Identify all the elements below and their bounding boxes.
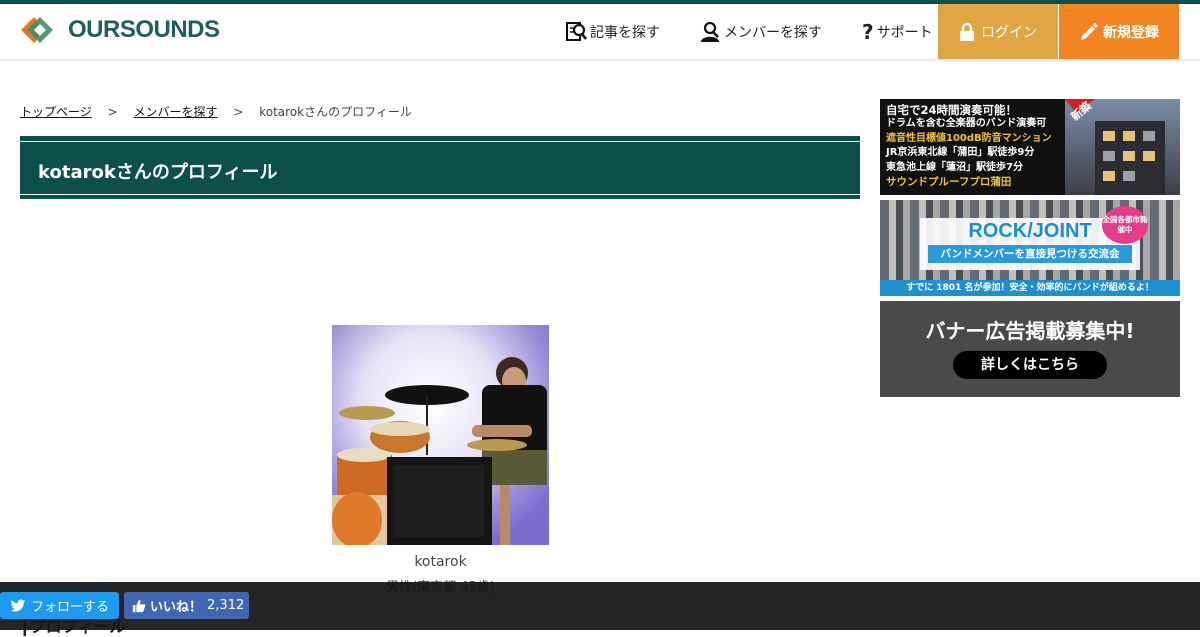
nav-label: メンバーを探す [724, 24, 822, 41]
logo-text: OURSOUNDS [68, 16, 220, 43]
breadcrumb: トップページ > メンバーを探す > kotarokさんのプロフィール [20, 103, 412, 120]
profile-username: kotarok [414, 554, 467, 570]
login-label: ログイン [981, 24, 1037, 41]
profile-avatar [332, 325, 549, 545]
logo-mark-icon [21, 17, 53, 43]
facebook-like-label: いいね！ [150, 600, 203, 615]
page-title: kotarokさんのプロフィール [38, 162, 278, 183]
banner-details-button[interactable]: 詳しくはこちら [953, 351, 1107, 379]
banner-event-badge: 全国各都市開催中 [1102, 206, 1148, 244]
twitter-follow-label: フォローする [31, 600, 110, 615]
site-logo[interactable]: OURSOUNDS [20, 15, 220, 45]
banner-rock-joint[interactable]: ROCK/JOINT バンドメンバーを直接見つける交流会 全国各都市開催中 すで… [880, 200, 1180, 296]
nav-support[interactable]: ? サポート [862, 4, 933, 59]
banner-line: ドラムを含む全楽器のバンド演奏可 [886, 118, 1047, 130]
nav-label: 記事を探す [590, 24, 660, 41]
breadcrumb-separator: > [107, 105, 118, 119]
question-icon: ? [862, 19, 874, 44]
banner-line: JR京浜東北線「蒲田」駅徒歩9分 [886, 147, 1035, 159]
breadcrumb-current: kotarokさんのプロフィール [259, 105, 412, 119]
banner-footer: すでに 1801 名が参加！安全・効率的にバンドが組めるよ！ [880, 280, 1180, 296]
banner-line: 東急池上線「蓮沼」駅徒歩7分 [886, 161, 1023, 173]
banner-line: 自宅で24時間演奏可能！ [886, 103, 1018, 117]
nav-label: サポート [876, 24, 933, 41]
register-button[interactable]: 新規登録 [1059, 4, 1179, 59]
search-member-icon [701, 21, 719, 42]
page-title-inner: kotarokさんのプロフィール [20, 141, 860, 195]
breadcrumb-separator: > [233, 105, 244, 119]
facebook-like-count: 2,312 [207, 598, 245, 613]
banner-line: サウンドプルーフプロ蒲田 [886, 176, 1012, 189]
breadcrumb-top-link[interactable]: トップページ [20, 105, 92, 119]
twitter-follow-button[interactable]: フォローする [0, 592, 119, 619]
page-title-box: kotarokさんのプロフィール [20, 136, 860, 199]
banner-line: 遮音性目標値100dB防音マンション [886, 132, 1052, 144]
banner-ad-recruit[interactable]: バナー広告掲載募集中! 詳しくはこちら [880, 301, 1180, 397]
register-label: 新規登録 [1103, 24, 1159, 41]
nav-search-articles[interactable]: 記事を探す [565, 4, 660, 59]
social-bar: フォローする いいね！ 2,312 [0, 582, 1200, 630]
facebook-like-button[interactable]: いいね！ 2,312 [124, 592, 249, 619]
login-button[interactable]: ログイン [938, 4, 1058, 59]
search-document-icon [566, 21, 587, 41]
banner-subtitle: バンドメンバーを直接見つける交流会 [928, 245, 1132, 263]
banner-title: バナー広告掲載募集中! [925, 319, 1135, 343]
nav-search-members[interactable]: メンバーを探す [699, 4, 822, 59]
thumbs-up-icon [132, 599, 146, 612]
banner-soundproof-apartment[interactable]: 新築 自宅で24時間演奏可能！ ドラムを含む全楽器のバンド演奏可 遮音性目標値1… [880, 99, 1180, 195]
twitter-icon [10, 599, 26, 611]
site-header: OURSOUNDS 記事を探す メンバーを探す ? サポート ログイン 新規登録 [0, 4, 1200, 59]
lock-icon [960, 22, 974, 41]
pencil-icon [1081, 22, 1098, 40]
breadcrumb-members-link[interactable]: メンバーを探す [133, 105, 217, 119]
